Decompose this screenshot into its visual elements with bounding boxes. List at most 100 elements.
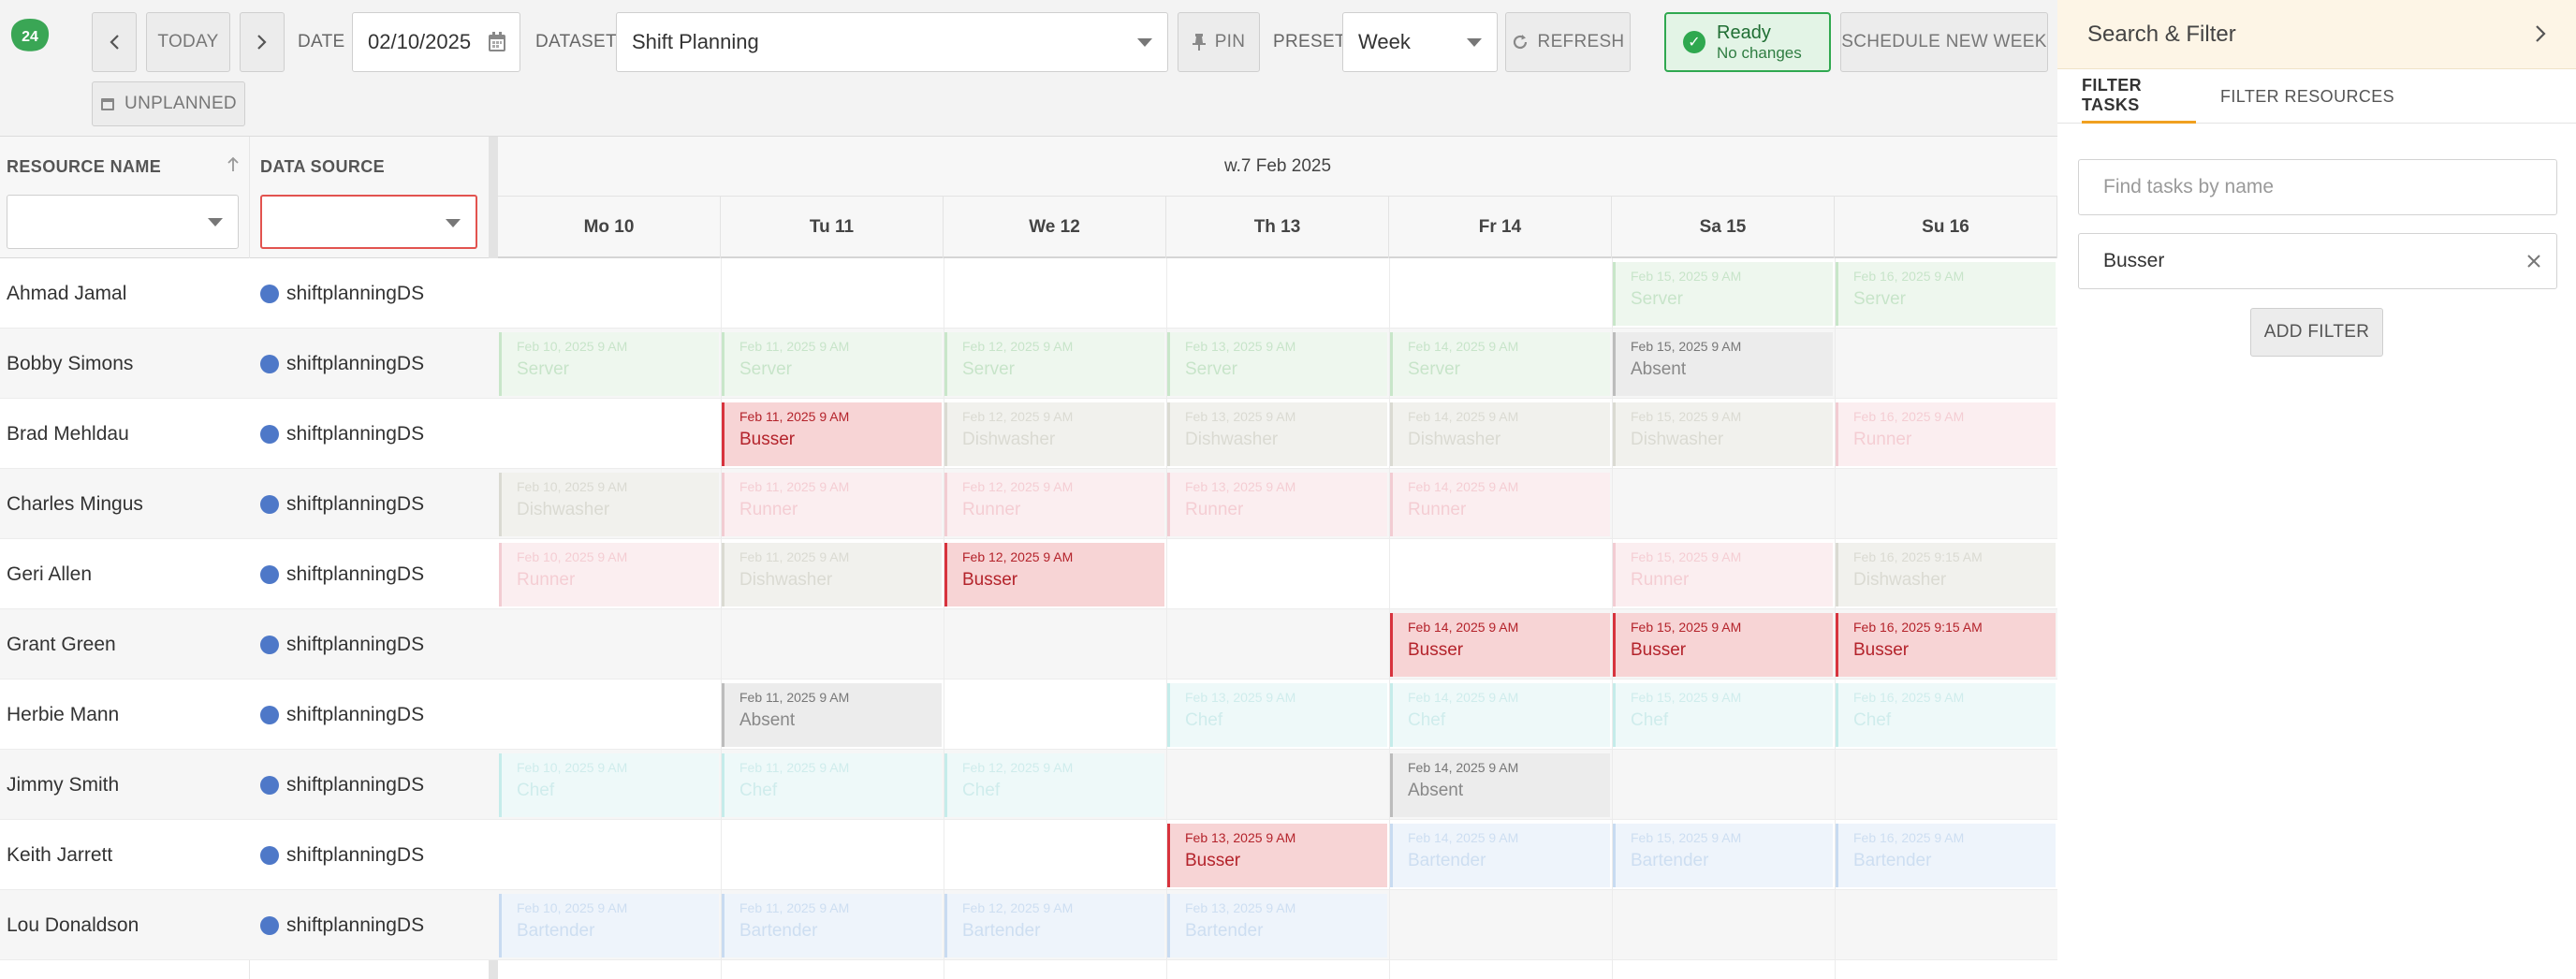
- shift-event-server[interactable]: Feb 15, 2025 9 AM Server: [1613, 262, 1833, 326]
- tab-filter-tasks[interactable]: FILTER TASKS: [2082, 69, 2196, 124]
- data-source-name: shiftplanningDS: [286, 492, 425, 515]
- shift-event-chef[interactable]: Feb 16, 2025 9 AM Chef: [1836, 683, 2056, 747]
- dataset-select[interactable]: Shift Planning: [616, 12, 1168, 72]
- shift-event-absent[interactable]: Feb 14, 2025 9 AM Absent: [1390, 753, 1610, 817]
- clear-icon[interactable]: [2526, 254, 2541, 269]
- shift-event-dish[interactable]: Feb 15, 2025 9 AM Dishwasher: [1613, 402, 1833, 466]
- pin-button[interactable]: PIN: [1178, 12, 1260, 72]
- event-date: Feb 16, 2025 9 AM: [1853, 690, 1965, 705]
- tab-filter-resources[interactable]: FILTER RESOURCES: [2220, 69, 2394, 124]
- schedule-new-week-button[interactable]: SCHEDULE NEW WEEK: [1840, 12, 2048, 72]
- shift-event-server[interactable]: Feb 11, 2025 9 AM Server: [722, 332, 942, 396]
- shift-event-runner[interactable]: Feb 16, 2025 9 AM Runner: [1836, 402, 2056, 466]
- add-filter-button[interactable]: ADD FILTER: [2250, 308, 2383, 357]
- shift-event-runner[interactable]: Feb 14, 2025 9 AM Runner: [1390, 473, 1610, 536]
- shift-event-dish[interactable]: Feb 14, 2025 9 AM Dishwasher: [1390, 402, 1610, 466]
- shift-event-runner[interactable]: Feb 15, 2025 9 AM Runner: [1613, 543, 1833, 606]
- shift-event-dish[interactable]: Feb 11, 2025 9 AM Dishwasher: [722, 543, 942, 606]
- shift-event-chef[interactable]: Feb 15, 2025 9 AM Chef: [1613, 683, 1833, 747]
- shift-event-runner[interactable]: Feb 12, 2025 9 AM Runner: [944, 473, 1164, 536]
- app-logo[interactable]: 24: [9, 17, 51, 54]
- shift-event-runner[interactable]: Feb 13, 2025 9 AM Runner: [1167, 473, 1387, 536]
- shift-event-absent[interactable]: Feb 11, 2025 9 AM Absent: [722, 683, 942, 747]
- preset-value: Week: [1358, 30, 1411, 53]
- event-date: Feb 11, 2025 9 AM: [739, 900, 850, 915]
- event-date: Feb 12, 2025 9 AM: [962, 549, 1074, 564]
- shift-event-busser[interactable]: Feb 15, 2025 9 AM Busser: [1613, 613, 1833, 677]
- task-search-input[interactable]: Find tasks by name: [2078, 159, 2557, 215]
- datasource-dot-icon: [260, 705, 279, 724]
- table-row[interactable]: Bobby Simons shiftplanningDS Feb 10, 2025 …: [0, 329, 2057, 399]
- date-input[interactable]: 02/10/2025: [352, 12, 520, 72]
- shift-event-chef[interactable]: Feb 14, 2025 9 AM Chef: [1390, 683, 1610, 747]
- shift-event-bartender[interactable]: Feb 11, 2025 9 AM Bartender: [722, 894, 942, 957]
- preset-select[interactable]: Week: [1342, 12, 1498, 72]
- prev-button[interactable]: [92, 12, 137, 72]
- event-name: Chef: [739, 781, 778, 800]
- table-row[interactable]: Herbie Mann shiftplanningDS Feb 11, 2025 9…: [0, 679, 2057, 750]
- shift-event-bartender[interactable]: Feb 12, 2025 9 AM Bartender: [944, 894, 1164, 957]
- resource-name: Keith Jarrett: [7, 843, 113, 866]
- shift-event-runner[interactable]: Feb 10, 2025 9 AM Runner: [499, 543, 719, 606]
- shift-event-runner[interactable]: Feb 11, 2025 9 AM Runner: [722, 473, 942, 536]
- event-date: Feb 11, 2025 9 AM: [739, 339, 850, 354]
- shift-event-dish[interactable]: Feb 10, 2025 9 AM Dishwasher: [499, 473, 719, 536]
- shift-event-bartender[interactable]: Feb 13, 2025 9 AM Bartender: [1167, 894, 1387, 957]
- day-header: Tu 11: [721, 197, 944, 258]
- shift-event-busser[interactable]: Feb 11, 2025 9 AM Busser: [722, 402, 942, 466]
- shift-event-chef[interactable]: Feb 12, 2025 9 AM Chef: [944, 753, 1164, 817]
- shift-event-chef[interactable]: Feb 13, 2025 9 AM Chef: [1167, 683, 1387, 747]
- event-name: Dishwasher: [739, 570, 833, 590]
- data-source-filter[interactable]: [260, 195, 477, 249]
- event-name: Chef: [1408, 710, 1446, 730]
- table-row[interactable]: Lou Donaldson shiftplanningDS Feb 10, 2025…: [0, 890, 2057, 960]
- next-button[interactable]: [240, 12, 285, 72]
- active-filter-field[interactable]: Busser: [2078, 233, 2557, 289]
- shift-event-server[interactable]: Feb 16, 2025 9 AM Server: [1836, 262, 2056, 326]
- table-row[interactable]: Geri Allen shiftplanningDS Feb 10, 2025 9 …: [0, 539, 2057, 609]
- shift-event-busser[interactable]: Feb 16, 2025 9:15 AM Busser: [1836, 613, 2056, 677]
- day-divider: [1835, 258, 1836, 979]
- today-button[interactable]: TODAY: [146, 12, 230, 72]
- shift-event-chef[interactable]: Feb 11, 2025 9 AM Chef: [722, 753, 942, 817]
- resource-name: Jimmy Smith: [7, 773, 120, 796]
- table-row[interactable]: Jimmy Smith shiftplanningDS Feb 10, 2025 9…: [0, 750, 2057, 820]
- shift-event-bartender[interactable]: Feb 10, 2025 9 AM Bartender: [499, 894, 719, 957]
- shift-event-server[interactable]: Feb 14, 2025 9 AM Server: [1390, 332, 1610, 396]
- shift-event-absent[interactable]: Feb 15, 2025 9 AM Absent: [1613, 332, 1833, 396]
- shift-event-dish[interactable]: Feb 13, 2025 9 AM Dishwasher: [1167, 402, 1387, 466]
- refresh-button[interactable]: REFRESH: [1505, 12, 1631, 72]
- shift-event-server[interactable]: Feb 12, 2025 9 AM Server: [944, 332, 1164, 396]
- unplanned-button[interactable]: UNPLANNED: [92, 81, 245, 126]
- calendar-icon[interactable]: [488, 32, 506, 52]
- sort-ascending-icon[interactable]: [227, 156, 240, 173]
- shift-event-server[interactable]: Feb 13, 2025 9 AM Server: [1167, 332, 1387, 396]
- shift-event-busser[interactable]: Feb 12, 2025 9 AM Busser: [944, 543, 1164, 606]
- shift-event-server[interactable]: Feb 10, 2025 9 AM Server: [499, 332, 719, 396]
- event-name: Busser: [1185, 851, 1241, 870]
- event-date: Feb 16, 2025 9 AM: [1853, 409, 1965, 424]
- table-row[interactable]: Ahmad Jamal shiftplanningDS Feb 15, 2025 9…: [0, 258, 2057, 329]
- data-source-name: shiftplanningDS: [286, 773, 425, 796]
- column-header-data-source[interactable]: DATA SOURCE: [260, 157, 385, 177]
- shift-event-bartender[interactable]: Feb 16, 2025 9 AM Bartender: [1836, 824, 2056, 887]
- event-date: Feb 10, 2025 9 AM: [517, 479, 628, 494]
- table-row[interactable]: Keith Jarrett shiftplanningDS Feb 13, 2025…: [0, 820, 2057, 890]
- datasource-dot-icon: [260, 635, 279, 654]
- table-row[interactable]: Charles Mingus shiftplanningDS Feb 10, 202…: [0, 469, 2057, 539]
- event-name: Dishwasher: [1853, 570, 1947, 590]
- event-name: Busser: [1853, 640, 1910, 660]
- column-header-resource-name[interactable]: RESOURCE NAME: [7, 157, 161, 177]
- resource-name-filter[interactable]: [7, 195, 239, 249]
- shift-event-dish[interactable]: Feb 12, 2025 9 AM Dishwasher: [944, 402, 1164, 466]
- table-row[interactable]: Grant Green shiftplanningDS Feb 14, 2025 9…: [0, 609, 2057, 679]
- shift-event-busser[interactable]: Feb 14, 2025 9 AM Busser: [1390, 613, 1610, 677]
- table-row[interactable]: Brad Mehldau shiftplanningDS Feb 11, 2025 …: [0, 399, 2057, 469]
- data-source-cell: shiftplanningDS: [260, 539, 424, 609]
- collapse-chevron-icon[interactable]: [2529, 22, 2552, 45]
- shift-event-bartender[interactable]: Feb 14, 2025 9 AM Bartender: [1390, 824, 1610, 887]
- shift-event-dish[interactable]: Feb 16, 2025 9:15 AM Dishwasher: [1836, 543, 2056, 606]
- shift-event-busser[interactable]: Feb 13, 2025 9 AM Busser: [1167, 824, 1387, 887]
- shift-event-chef[interactable]: Feb 10, 2025 9 AM Chef: [499, 753, 719, 817]
- shift-event-bartender[interactable]: Feb 15, 2025 9 AM Bartender: [1613, 824, 1833, 887]
